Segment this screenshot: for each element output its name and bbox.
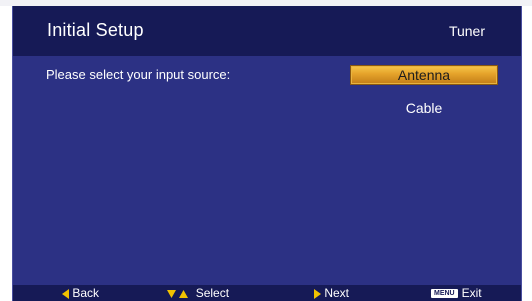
menu-key-icon: MENU [431,289,458,299]
option-antenna[interactable]: Antenna [350,65,498,85]
next-label: Next [324,286,350,300]
input-source-prompt: Please select your input source: [46,67,231,82]
setup-panel: Initial Setup Tuner Please select your i… [12,6,522,301]
page-title: Initial Setup [47,20,144,40]
up-arrow-icon [179,289,189,298]
back-label: Back [72,286,100,300]
footer-bar: Back Select Next MENU Exit [13,285,521,301]
next-hint[interactable]: Next [314,286,349,300]
exit-label: Exit [461,286,482,300]
section-label: Tuner [448,23,485,39]
down-arrow-icon [167,289,176,298]
right-arrow-icon [314,288,321,299]
back-hint[interactable]: Back [62,286,99,300]
select-hint[interactable]: Select [167,286,229,300]
exit-hint[interactable]: MENU Exit [431,286,482,300]
header-bar: Initial Setup Tuner [13,6,521,56]
option-cable[interactable]: Cable [350,99,498,117]
tv-setup-screen: Initial Setup Tuner Please select your i… [0,0,532,301]
select-label: Select [195,286,230,300]
left-arrow-icon [62,288,69,299]
